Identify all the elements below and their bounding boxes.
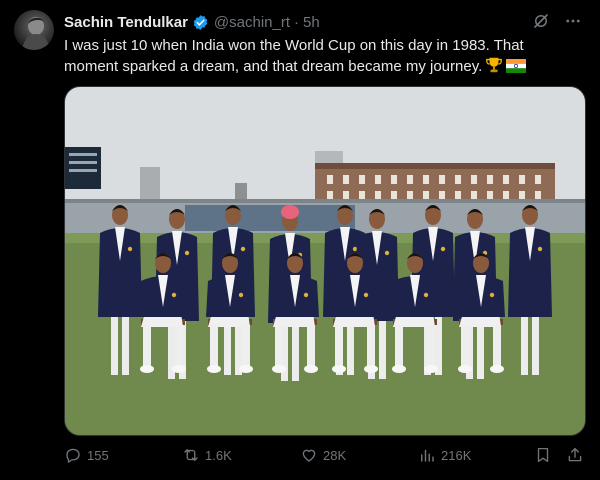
tweet-body: I was just 10 when India won the World C… bbox=[64, 37, 524, 75]
author-name[interactable]: Sachin Tendulkar bbox=[64, 14, 188, 31]
india-flag-emoji-icon bbox=[506, 58, 527, 80]
reply-icon bbox=[66, 448, 80, 463]
like-count: 28K bbox=[323, 447, 347, 463]
tweet-actions-bar: 155 1.6K 28K 216K bbox=[64, 444, 584, 466]
like-button[interactable]: 28K bbox=[300, 446, 346, 464]
reply-button[interactable]: 155 bbox=[64, 446, 109, 464]
tweet-text: I was just 10 when India won the World C… bbox=[64, 36, 574, 80]
views-chart-icon bbox=[421, 449, 434, 462]
grok-icon[interactable] bbox=[532, 12, 550, 35]
repost-count: 1.6K bbox=[205, 447, 232, 463]
repost-button[interactable]: 1.6K bbox=[182, 446, 232, 464]
heart-icon bbox=[302, 449, 316, 462]
tweet-photo[interactable] bbox=[64, 86, 586, 436]
tweet-top-actions bbox=[532, 12, 582, 35]
views-button[interactable]: 216K bbox=[418, 446, 471, 464]
separator-dot: · bbox=[294, 13, 300, 31]
share-button[interactable] bbox=[566, 446, 584, 464]
bookmark-button[interactable] bbox=[534, 446, 552, 464]
repost-icon bbox=[184, 449, 198, 461]
more-options-icon[interactable] bbox=[564, 12, 582, 35]
author-handle[interactable]: @sachin_rt bbox=[214, 14, 290, 31]
tweet[interactable]: Sachin Tendulkar @sachin_rt · 5h I was j… bbox=[0, 0, 600, 480]
bookmark-icon bbox=[537, 447, 549, 463]
reply-count: 155 bbox=[87, 447, 109, 463]
trophy-emoji-icon bbox=[485, 56, 503, 80]
tweet-header: Sachin Tendulkar @sachin_rt · 5h bbox=[64, 12, 320, 32]
verified-badge-icon bbox=[192, 14, 209, 31]
views-count: 216K bbox=[441, 447, 472, 463]
tweet-timestamp[interactable]: 5h bbox=[303, 14, 320, 31]
avatar[interactable] bbox=[14, 10, 54, 50]
share-icon bbox=[568, 447, 582, 462]
